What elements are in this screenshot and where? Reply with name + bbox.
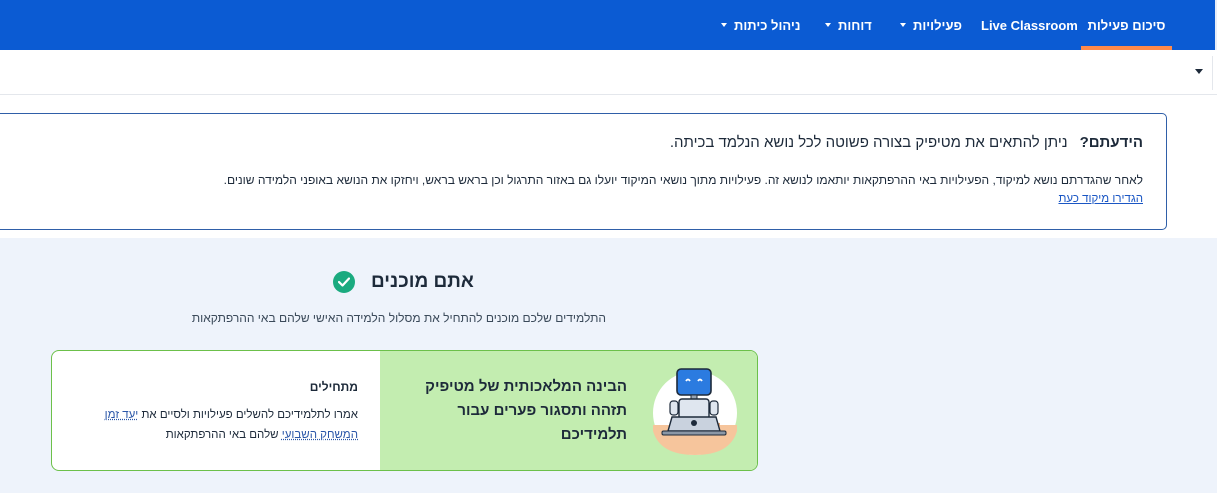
set-focus-link[interactable]: הגדירו מיקוד כעת [1058,193,1143,205]
top-nav: סיכום פעילות Live Classroom פעילויות דוח… [0,0,1217,50]
secondary-bar [0,50,1217,95]
tab-class-management-label: ניהול כיתות [734,17,801,33]
promo-line: תזהה ותסגור פערים עבור [457,402,627,419]
getting-started-text-1: אמרו לתלמידיכם להשלים פעילויות ולסיים את [138,409,358,421]
info-header: הידעתם? ניתן להתאים את מטיפיק בצורה פשוט… [670,134,1143,151]
promo-line: הבינה המלאכותית של מטיפיק [425,378,627,395]
info-body: לאחר שהגדרתם נושא למיקוד, הפעילויות באי … [223,173,1143,187]
getting-started-title: מתחילים [309,380,358,394]
divider [1212,56,1213,90]
getting-started-text-2: שלהם באי ההרפתקאות [165,429,282,441]
ready-subtitle: התלמידים שלכם מוכנים להתחיל את מסלול הלמ… [191,311,606,325]
tab-class-management[interactable]: ניהול כיתות [721,0,800,50]
chevron-down-icon [721,23,727,27]
ready-title: אתם מוכנים [371,271,474,292]
check-circle-icon [333,271,355,293]
getting-started-line-2: המשחק השבועי שלהם באי ההרפתקאות [105,425,358,445]
getting-started-line-1: אמרו לתלמידיכם להשלים פעילויות ולסיים את… [105,405,358,425]
ai-promo-card: הבינה המלאכותית של מטיפיק תזהה ותסגור פע… [51,350,758,471]
tab-reports[interactable]: דוחות [825,0,872,50]
weekly-game-link[interactable]: המשחק השבועי [282,429,358,441]
tab-reports-label: דוחות [838,17,872,33]
chevron-down-icon [825,23,831,27]
info-headline: ניתן להתאים את מטיפיק בצורה פשוטה לכל נו… [669,134,1068,151]
tab-live-classroom[interactable]: Live Classroom [981,0,1078,50]
info-question: הידעתם? [1079,134,1143,151]
tab-activity-summary-label: סיכום פעילות [1087,17,1166,33]
promo-line: תלמידיכם [560,426,627,443]
promo-text: הבינה המלאכותית של מטיפיק תזהה ותסגור פע… [425,375,627,447]
time-goal-link[interactable]: יעד זמן [105,409,139,421]
tab-live-classroom-label: Live Classroom [981,17,1078,33]
chevron-down-icon [900,23,906,27]
tab-activities-label: פעילויות [913,17,962,33]
tab-activities[interactable]: פעילויות [900,0,962,50]
did-you-know-box: הידעתם? ניתן להתאים את מטיפיק בצורה פשוט… [0,113,1167,230]
robot-laptop-illustration [653,368,737,455]
class-dropdown-caret-icon[interactable] [1195,69,1203,74]
getting-started-body: אמרו לתלמידיכם להשלים פעילויות ולסיים את… [105,405,358,445]
tab-activity-summary[interactable]: סיכום פעילות [1081,0,1172,50]
ready-heading: אתם מוכנים [333,271,474,293]
